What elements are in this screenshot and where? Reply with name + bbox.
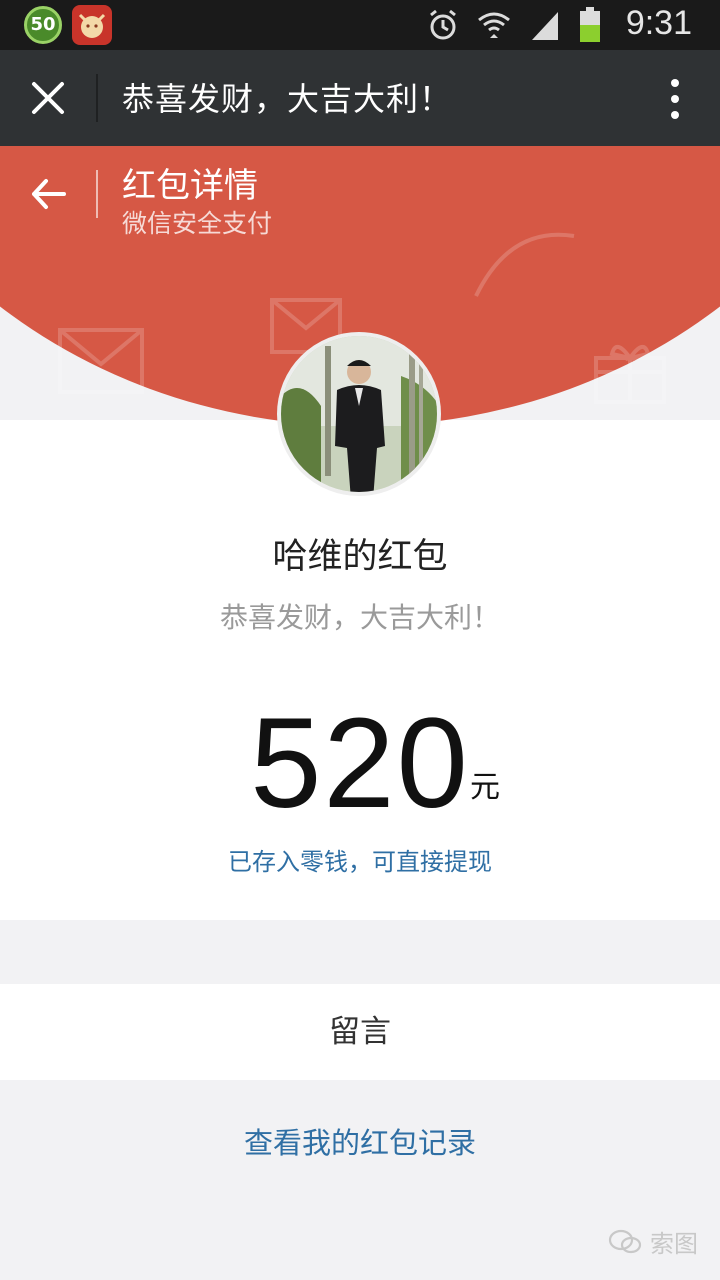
watermark-text: 索图 bbox=[650, 1230, 698, 1258]
sender-name: 哈维的红包 bbox=[272, 537, 448, 577]
packet-wish: 恭喜发财，大吉大利！ bbox=[219, 601, 500, 634]
more-vertical-icon bbox=[671, 79, 679, 119]
title-bar: 恭喜发财，大吉大利！ bbox=[0, 50, 720, 146]
title-divider bbox=[96, 74, 98, 122]
watermark: 索图 bbox=[608, 1224, 698, 1259]
back-arrow-icon bbox=[32, 179, 66, 209]
amount-unit: 元 bbox=[470, 770, 500, 805]
wechat-icon bbox=[608, 1229, 642, 1253]
battery-icon bbox=[580, 7, 600, 42]
wifi-icon bbox=[478, 12, 510, 38]
close-icon bbox=[32, 82, 64, 114]
page-title: 恭喜发财，大吉大利！ bbox=[122, 80, 453, 118]
alarm-icon bbox=[430, 9, 456, 40]
sender-avatar[interactable] bbox=[277, 332, 441, 496]
header-title: 红包详情 bbox=[122, 166, 258, 206]
header-subtitle: 微信安全支付 bbox=[122, 209, 273, 238]
close-button[interactable] bbox=[26, 76, 70, 120]
more-button[interactable] bbox=[670, 78, 680, 120]
amount-value: 520 bbox=[250, 692, 470, 835]
back-button[interactable] bbox=[30, 176, 66, 212]
ribbon-decoration-icon bbox=[474, 232, 575, 297]
amount-display: 520 元 bbox=[0, 690, 720, 837]
signal-icon bbox=[532, 12, 558, 40]
clock: 9:31 bbox=[625, 4, 692, 42]
gift-decoration-icon bbox=[594, 345, 666, 404]
packet-records-link[interactable]: 查看我的红包记录 bbox=[0, 1120, 720, 1162]
header-divider bbox=[96, 170, 98, 218]
status-icons bbox=[426, 7, 602, 42]
battery-saver-badge: 50 bbox=[24, 6, 62, 44]
deposit-note-link[interactable]: 已存入零钱，可直接提现 bbox=[0, 842, 720, 877]
envelope-decoration-icon bbox=[58, 328, 144, 394]
status-bar: 50 9:31 bbox=[0, 0, 720, 50]
message-button[interactable]: 留言 bbox=[0, 984, 720, 1080]
app-notification-icon bbox=[72, 5, 112, 45]
